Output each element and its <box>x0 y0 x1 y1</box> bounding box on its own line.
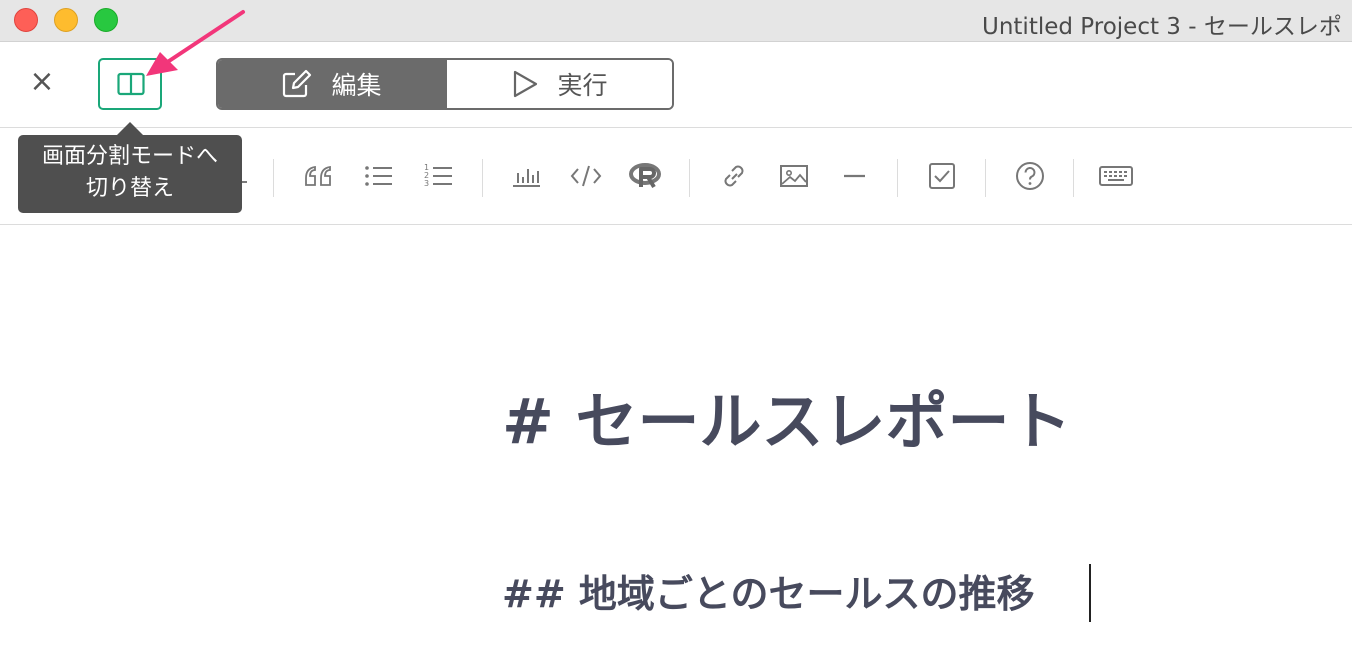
toolbar-separator <box>689 159 690 197</box>
minimize-window-button[interactable] <box>54 8 78 32</box>
help-icon[interactable] <box>1012 158 1048 194</box>
split-panel-icon <box>117 72 145 96</box>
zoom-window-button[interactable] <box>94 8 118 32</box>
split-view-tooltip: 画面分割モードへ 切り替え <box>18 135 242 213</box>
code-icon[interactable] <box>568 158 604 194</box>
markdown-editor[interactable]: # セールスレポート ## 地域ごとのセールスの推移 <box>0 226 1352 660</box>
play-icon <box>514 70 538 98</box>
r-logo-icon[interactable] <box>628 158 664 194</box>
tab-run[interactable]: 実行 <box>445 60 672 108</box>
link-icon[interactable] <box>716 158 752 194</box>
tooltip-line-1: 画面分割モードへ <box>41 144 218 169</box>
numbered-list-icon[interactable]: 1 2 3 <box>420 158 456 194</box>
heading-2-line[interactable]: ## 地域ごとのセールスの推移 <box>502 563 1035 618</box>
mode-segmented-control: 編集 実行 <box>216 58 674 110</box>
svg-text:3: 3 <box>424 179 429 188</box>
heading-1-line[interactable]: # セールスレポート <box>502 371 1072 461</box>
bullet-list-icon[interactable] <box>360 158 396 194</box>
tooltip-line-2: 切り替え <box>85 176 174 201</box>
toolbar-separator <box>273 159 274 197</box>
tab-run-label: 実行 <box>557 71 608 100</box>
checkbox-icon[interactable] <box>924 158 960 194</box>
text-caret <box>1089 564 1091 622</box>
tab-edit-label: 編集 <box>331 71 382 100</box>
close-icon[interactable]: × <box>26 66 58 98</box>
tooltip-pointer <box>117 122 143 135</box>
image-icon[interactable] <box>776 158 812 194</box>
window-title: Untitled Project 3 - セールスレポ <box>982 14 1342 40</box>
close-window-button[interactable] <box>14 8 38 32</box>
keyboard-icon[interactable] <box>1098 158 1134 194</box>
tab-edit[interactable]: 編集 <box>218 60 445 108</box>
pencil-square-icon <box>283 69 312 98</box>
chart-icon[interactable] <box>508 158 544 194</box>
window-titlebar: Untitled Project 3 - セールスレポ <box>0 0 1352 42</box>
split-view-button[interactable] <box>98 58 162 110</box>
quote-icon[interactable] <box>300 158 336 194</box>
top-toolbar: × 編集 実行 <box>0 42 1352 128</box>
horizontal-rule-icon[interactable] <box>836 158 872 194</box>
toolbar-separator <box>985 159 986 197</box>
toolbar-separator <box>897 159 898 197</box>
toolbar-separator <box>1073 159 1074 197</box>
toolbar-separator <box>482 159 483 197</box>
